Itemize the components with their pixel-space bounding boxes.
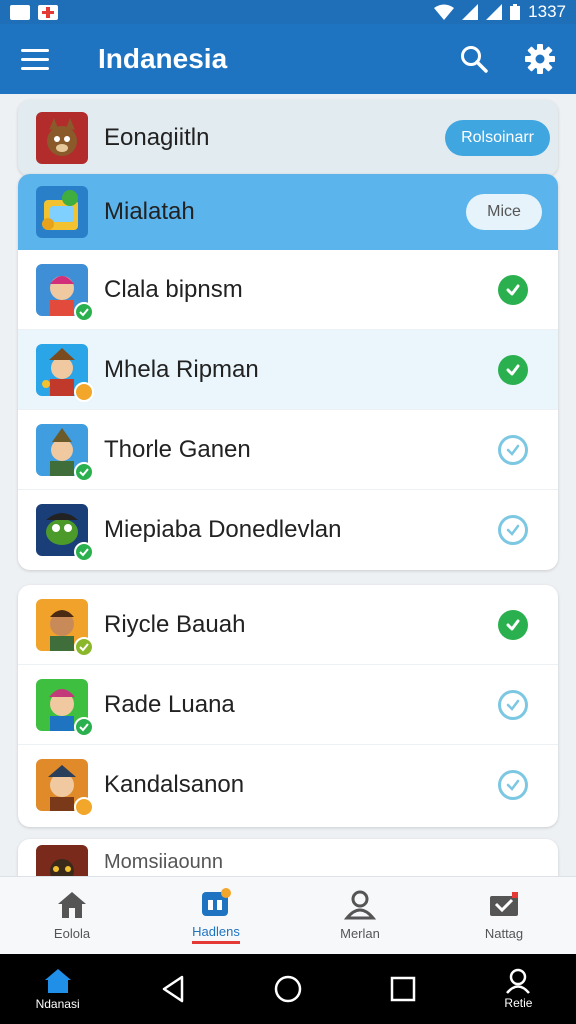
partial-card: Momsiiaounn — [18, 839, 558, 876]
character-avatar — [36, 263, 94, 322]
home-icon — [44, 969, 71, 993]
checkmark-icon[interactable] — [498, 274, 528, 305]
character-avatar — [36, 678, 94, 737]
item-name: Clala bipnsm — [104, 275, 243, 303]
item-name: Miepiaba Donedlevlan — [104, 516, 342, 543]
search-icon[interactable] — [458, 43, 490, 75]
character-avatar — [36, 759, 94, 817]
medical-notification-icon — [38, 4, 58, 20]
gear-icon[interactable] — [524, 43, 556, 75]
character-avatar — [36, 504, 94, 562]
header-row-button-label: Rolsoinarr — [461, 129, 534, 146]
badge-check-icon — [74, 301, 94, 322]
checkmark-outline-icon[interactable] — [498, 515, 528, 545]
group-card-2: Riycle Bauah Rade Luana Kandalsanon — [18, 585, 558, 827]
badge-check-icon — [74, 636, 94, 657]
page-title: Indanesia — [98, 43, 228, 74]
recents-button[interactable] — [346, 976, 461, 1002]
home-icon — [58, 892, 86, 918]
list-item[interactable]: Miepiaba Donedlevlan — [18, 490, 558, 570]
nav-label: Nattag — [484, 926, 524, 941]
badge-check-icon — [74, 542, 94, 562]
item-name: Momsiiaounn — [104, 851, 223, 873]
bottom-nav: Eolola Hadlens Merlan Nattag — [0, 876, 576, 954]
status-bar: 1337 — [0, 0, 576, 24]
back-triangle-icon — [162, 975, 184, 1003]
nav-item-mail[interactable]: Nattag — [432, 877, 576, 954]
row-name: Eonagiitln — [104, 124, 210, 151]
item-name: Mhela Ripman — [104, 355, 259, 383]
recents-square-icon — [390, 976, 416, 1002]
list-item[interactable]: Rade Luana — [18, 665, 558, 745]
item-name: Riycle Bauah — [104, 610, 246, 638]
item-name: Kandalsanon — [104, 771, 245, 798]
character-avatar — [36, 343, 94, 402]
badge-check-icon — [74, 461, 94, 482]
system-profile[interactable]: Retie — [461, 968, 576, 1010]
system-home-label: Ndanasi — [35, 997, 80, 1011]
mail-icon — [490, 892, 518, 916]
person-icon — [506, 968, 531, 994]
list-header-row[interactable]: Eonagiitln Rolsoinarr — [18, 100, 558, 176]
system-profile-label: Retie — [504, 996, 533, 1010]
checkmark-icon[interactable] — [498, 609, 528, 640]
group-title: Mialatah — [104, 198, 195, 225]
home-circle-icon — [274, 975, 302, 1003]
group-header-button-label: Mice — [487, 203, 521, 220]
list-item[interactable]: Momsiiaounn — [18, 839, 558, 876]
system-home-app[interactable]: Ndanasi — [0, 967, 115, 1011]
signal-icon — [462, 4, 479, 20]
list-item[interactable]: Clala bipnsm — [18, 250, 558, 330]
home-button[interactable] — [230, 975, 345, 1003]
checkmark-outline-icon[interactable] — [498, 434, 528, 465]
header-row-button[interactable]: Rolsoinarr — [445, 120, 550, 156]
image-notification-icon — [10, 4, 30, 20]
group-card: Mialatah Mice Clala bipnsm Mhela Ripman — [18, 174, 558, 570]
checkmark-outline-icon[interactable] — [498, 689, 528, 720]
nav-label: Hadlens — [192, 924, 240, 944]
list-item[interactable]: Riycle Bauah — [18, 585, 558, 665]
app-bar: Indanesia — [0, 24, 576, 94]
content-area: Eonagiitln Rolsoinarr Mialatah Mice Clal… — [0, 94, 576, 876]
apps-icon — [202, 887, 231, 916]
menu-icon[interactable] — [20, 43, 52, 75]
item-name: Thorle Ganen — [104, 435, 251, 463]
badge-check-icon — [74, 716, 94, 737]
checkmark-icon[interactable] — [498, 354, 528, 385]
character-avatar — [36, 423, 94, 482]
nav-item-apps[interactable]: Hadlens — [144, 877, 288, 954]
list-item[interactable]: Mhela Ripman — [18, 330, 558, 410]
badge-coin-icon — [74, 381, 94, 402]
nav-label: Merlan — [340, 926, 380, 941]
battery-icon — [510, 4, 521, 20]
list-item[interactable]: Thorle Ganen — [18, 410, 558, 490]
character-avatar — [36, 598, 94, 657]
character-avatar — [36, 845, 88, 876]
clock: 1337 — [528, 2, 566, 21]
checkmark-outline-icon[interactable] — [498, 770, 528, 800]
item-name: Rade Luana — [104, 690, 235, 718]
box-avatar — [36, 186, 88, 238]
list-item[interactable]: Kandalsanon — [18, 745, 558, 825]
badge-coin-icon — [74, 797, 94, 817]
back-button[interactable] — [115, 975, 230, 1003]
signal2-icon — [486, 4, 503, 20]
person-icon — [344, 890, 376, 920]
group-header-button[interactable]: Mice — [466, 194, 542, 230]
nav-label: Eolola — [53, 926, 91, 941]
nav-item-person[interactable]: Merlan — [288, 877, 432, 954]
wifi-icon — [434, 4, 455, 20]
nav-item-home[interactable]: Eolola — [0, 877, 144, 954]
group-header[interactable]: Mialatah Mice — [18, 174, 558, 250]
system-nav-bar: Ndanasi Retie — [0, 954, 576, 1024]
fox-avatar — [36, 112, 88, 164]
